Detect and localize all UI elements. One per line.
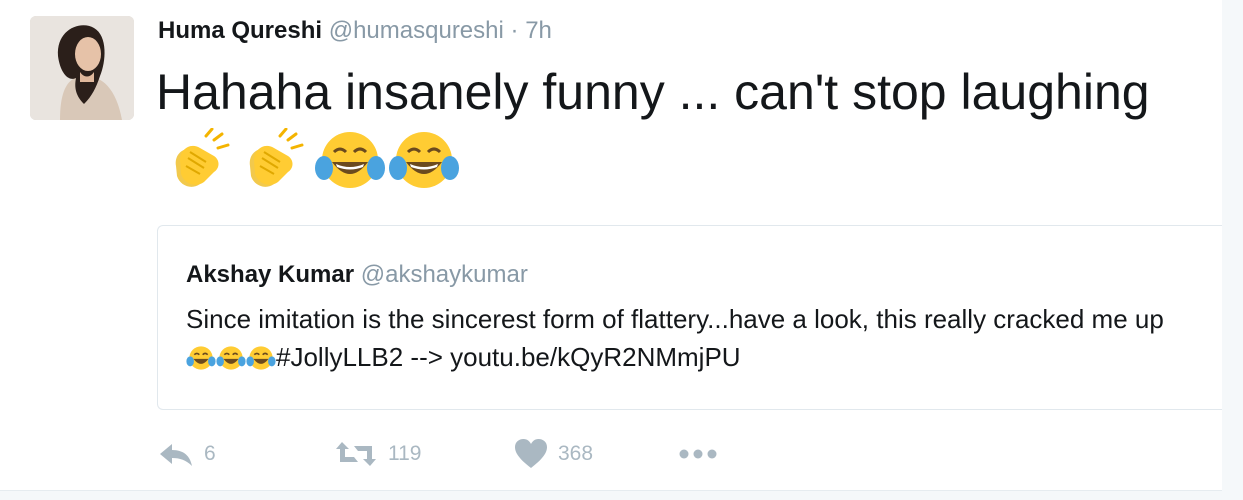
quoted-author-handle: @akshaykumar (360, 261, 528, 288)
tweet-timestamp[interactable]: 7h (525, 17, 552, 44)
tears-of-joy-icon (246, 344, 276, 382)
tears-of-joy-icon (314, 128, 386, 211)
like-button[interactable]: 368 (514, 439, 678, 469)
quoted-tweet[interactable]: Akshay Kumar @akshaykumar Since imitatio… (157, 225, 1238, 410)
more-button[interactable] (678, 448, 718, 460)
separator-dot: · (510, 17, 519, 44)
clapping-hands-icon (166, 127, 238, 211)
tears-of-joy-icon (216, 344, 246, 382)
quoted-tweet-text: Since imitation is the sincerest form of… (186, 300, 1186, 382)
author-handle[interactable]: @humasqureshi (329, 17, 504, 44)
reply-icon (158, 440, 194, 468)
retweet-button[interactable]: 119 (334, 440, 514, 468)
tweet-header: Huma Qureshi @humasqureshi · 7h (158, 16, 552, 46)
avatar-image (30, 16, 134, 120)
clapping-hands-icon (240, 127, 312, 211)
tweet-text: Hahaha insanely funny ... can't stop lau… (156, 56, 1156, 211)
reply-button[interactable]: 6 (158, 440, 334, 468)
retweet-icon (334, 440, 378, 468)
tweet-emojis (166, 127, 462, 211)
heart-icon (514, 439, 548, 469)
tweet-card: Huma Qureshi @humasqureshi · 7h Hahaha i… (0, 0, 1238, 491)
quoted-author-name: Akshay Kumar (186, 261, 355, 288)
like-count: 368 (558, 442, 594, 465)
page-gutter (1222, 0, 1243, 500)
reply-count: 6 (204, 442, 216, 465)
tweet-actions: 6 119 368 (158, 438, 718, 470)
tears-of-joy-icon (186, 344, 216, 382)
tweet-text-content: Hahaha insanely funny ... can't stop lau… (156, 64, 1150, 120)
quoted-tweet-header: Akshay Kumar @akshaykumar (186, 260, 528, 290)
retweet-count: 119 (388, 442, 422, 465)
avatar[interactable] (30, 16, 134, 120)
more-icon (678, 448, 718, 460)
quoted-text-after[interactable]: #JollyLLB2 --> youtu.be/kQyR2NMmjPU (276, 342, 741, 372)
author-name[interactable]: Huma Qureshi (158, 17, 322, 44)
tears-of-joy-icon (388, 128, 460, 211)
quoted-text-before: Since imitation is the sincerest form of… (186, 304, 1164, 334)
